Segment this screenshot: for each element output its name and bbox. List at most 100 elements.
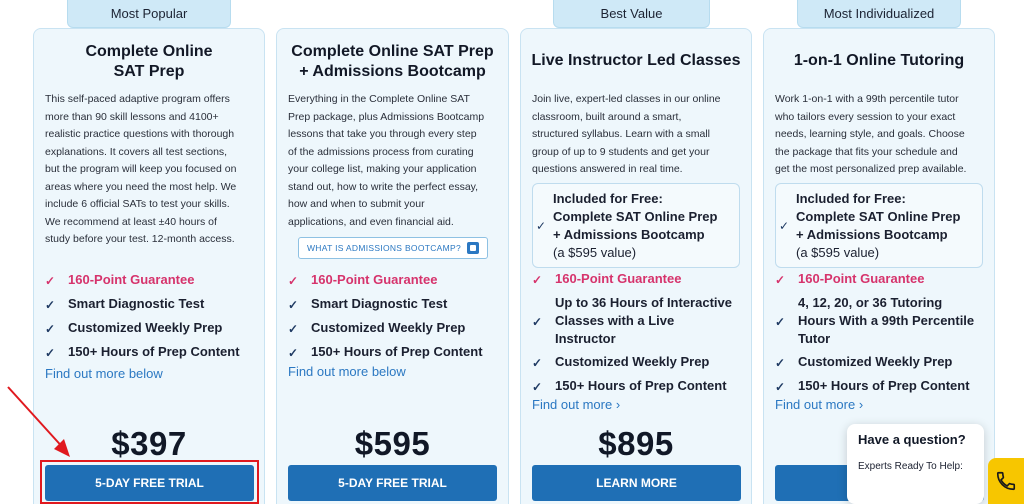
bootcamp-button-label: WHAT IS ADMISSIONS BOOTCAMP? [306, 243, 462, 253]
description-line: get the most personalized prep available… [775, 163, 967, 175]
description-line: who tailors every session to your exact [775, 110, 956, 123]
description-line: stand out, how to write the perfect essa… [288, 180, 479, 193]
feature-item: ✓ 160-Point Guarantee [45, 271, 240, 290]
feature-label: Smart Diagnostic Test [311, 296, 448, 311]
included-free-box: ✓ Included for Free: Complete SAT Online… [775, 183, 983, 268]
feature-label-line: 4, 12, 20, or 36 Tutoring [798, 295, 943, 310]
included-free-line: Complete SAT Online Prep [796, 209, 961, 224]
description-line: study before your test. 12-month access. [45, 233, 235, 245]
check-icon: ✓ [532, 380, 543, 394]
feature-label-line: Up to 36 Hours of Interactive [555, 295, 732, 310]
feature-item: ✓ Smart Diagnostic Test [45, 295, 240, 314]
highlight-box [40, 460, 259, 504]
description-line: your college list, making your applicati… [288, 163, 477, 175]
check-icon: ✓ [775, 356, 786, 370]
included-free-line: Complete SAT Online Prep [553, 209, 718, 224]
feature-list: ✓ 160-Point Guarantee ✓ Up to 36 Hours of … [532, 270, 732, 401]
plan-card-live-classes: Live Instructor Led Classes Join live, e… [520, 28, 752, 504]
find-out-more-link[interactable]: Find out more › [775, 397, 863, 412]
feature-label: Customized Weekly Prep [68, 320, 223, 335]
badge-most-individualized: Most Individualized [797, 0, 961, 28]
feature-item: ✓ 150+ Hours of Prep Content [775, 377, 974, 396]
plan-title: Complete Online SAT Prep + Admissions Bo… [277, 42, 508, 82]
check-icon: ✓ [532, 315, 543, 329]
feature-list: ✓ 160-Point Guarantee ✓ Smart Diagnostic T… [288, 271, 483, 367]
plan-description: Everything in the Complete Online SAT Pr… [288, 91, 484, 231]
feature-label-line: Tutor [798, 331, 831, 346]
feature-item: ✓ 160-Point Guarantee [775, 270, 974, 289]
description-line: applications, and even financial aid. [288, 215, 454, 228]
plan-price: $595 [354, 425, 431, 462]
feature-item: ✓ 150+ Hours of Prep Content [288, 343, 483, 362]
find-out-more-link[interactable]: Find out more › [532, 397, 620, 412]
check-icon: ✓ [288, 298, 299, 312]
check-icon: ✓ [775, 315, 786, 329]
plan-title-line: + Admissions Bootcamp [299, 63, 486, 80]
video-icon [467, 242, 480, 254]
phone-icon [996, 471, 1016, 491]
feature-label: Customized Weekly Prep [311, 320, 466, 335]
included-free-text: Included for Free: Complete SAT Online P… [796, 190, 960, 262]
feature-item: ✓ 160-Point Guarantee [288, 271, 483, 290]
included-free-line: + Admissions Bootcamp [796, 227, 948, 242]
feature-item: ✓ 4, 12, 20, or 36 Tutoring Hours With a 9… [775, 294, 974, 348]
check-icon: ✓ [288, 346, 299, 360]
chat-subtitle: Experts Ready To Help: [858, 461, 963, 472]
included-free-box: ✓ Included for Free: Complete SAT Online… [532, 183, 740, 268]
description-line: lessons that take you through every step [288, 128, 477, 140]
description-line: explanations. It covers all test section… [45, 145, 228, 158]
description-line: structured syllabus. Learn with a small [532, 128, 710, 140]
what-is-admissions-bootcamp-button[interactable]: WHAT IS ADMISSIONS BOOTCAMP? [298, 237, 488, 259]
feature-item: ✓ 150+ Hours of Prep Content [532, 377, 732, 396]
learn-more-button[interactable]: LEARN MORE [532, 465, 741, 501]
included-free-line: + Admissions Bootcamp [553, 227, 705, 242]
feature-label: 150+ Hours of Prep Content [311, 344, 483, 359]
feature-label-line: Hours With a 99th Percentile [798, 313, 975, 328]
description-line: Work 1-on-1 with a 99th percentile tutor [775, 93, 959, 105]
feature-label-line: Classes with a Live [555, 313, 675, 328]
phone-call-button[interactable] [988, 458, 1024, 504]
plan-title-line: SAT Prep [113, 63, 185, 80]
feature-label: 160-Point Guarantee [68, 272, 195, 287]
check-icon: ✓ [45, 346, 56, 360]
check-icon: ✓ [45, 274, 56, 288]
badge-best-value: Best Value [553, 0, 710, 28]
feature-item: ✓ 150+ Hours of Prep Content [45, 343, 240, 362]
included-free-heading: Included for Free: [796, 191, 906, 206]
check-icon: ✓ [288, 322, 299, 336]
description-line: This self-paced adaptive program offers [45, 93, 230, 105]
description-line: Everything in the Complete Online SAT [288, 93, 470, 105]
plan-title-line: Live Instructor Led Classes [531, 52, 741, 69]
free-trial-button[interactable]: 5-DAY FREE TRIAL [288, 465, 497, 501]
description-line: questions answered in real time. [532, 163, 683, 175]
description-line: but the program will keep you focused on [45, 163, 237, 175]
feature-label: 160-Point Guarantee [798, 271, 925, 286]
description-line: how and when to submit your [288, 198, 425, 210]
description-line: of the admissions process from curating [288, 145, 474, 158]
find-out-more-link[interactable]: Find out more below [288, 364, 406, 379]
description-line: more than 90 skill lessons and 4100+ [45, 110, 219, 123]
feature-item: ✓ 160-Point Guarantee [532, 270, 732, 289]
plan-title-line: Complete Online SAT Prep [291, 43, 494, 60]
feature-label: 160-Point Guarantee [311, 272, 438, 287]
description-line: areas where you need the most help. We [45, 180, 237, 193]
feature-label: Customized Weekly Prep [798, 354, 953, 369]
feature-label: Smart Diagnostic Test [68, 296, 205, 311]
feature-item: ✓ Customized Weekly Prep [532, 353, 732, 372]
description-line: Join live, expert-led classes in our onl… [532, 93, 721, 105]
plan-description: Join live, expert-led classes in our onl… [532, 91, 721, 179]
check-icon: ✓ [536, 219, 547, 233]
annotation-arrow-icon [7, 386, 70, 457]
feature-label: Up to 36 Hours of Interactive Classes wit… [555, 294, 732, 348]
description-line: the package that fits your schedule and [775, 145, 958, 158]
check-icon: ✓ [775, 273, 786, 287]
plan-title-line: 1-on-1 Online Tutoring [793, 52, 965, 69]
feature-item: ✓ Customized Weekly Prep [45, 319, 240, 338]
included-free-value: (a $595 value) [796, 245, 880, 260]
feature-label: 150+ Hours of Prep Content [555, 378, 727, 393]
chat-widget[interactable]: Have a question? Experts Ready To Help: [847, 424, 984, 504]
plan-title: Live Instructor Led Classes [521, 51, 751, 71]
included-free-heading: Included for Free: [553, 191, 663, 206]
check-icon: ✓ [775, 380, 786, 394]
description-line: classroom, built around a smart, [532, 110, 682, 123]
